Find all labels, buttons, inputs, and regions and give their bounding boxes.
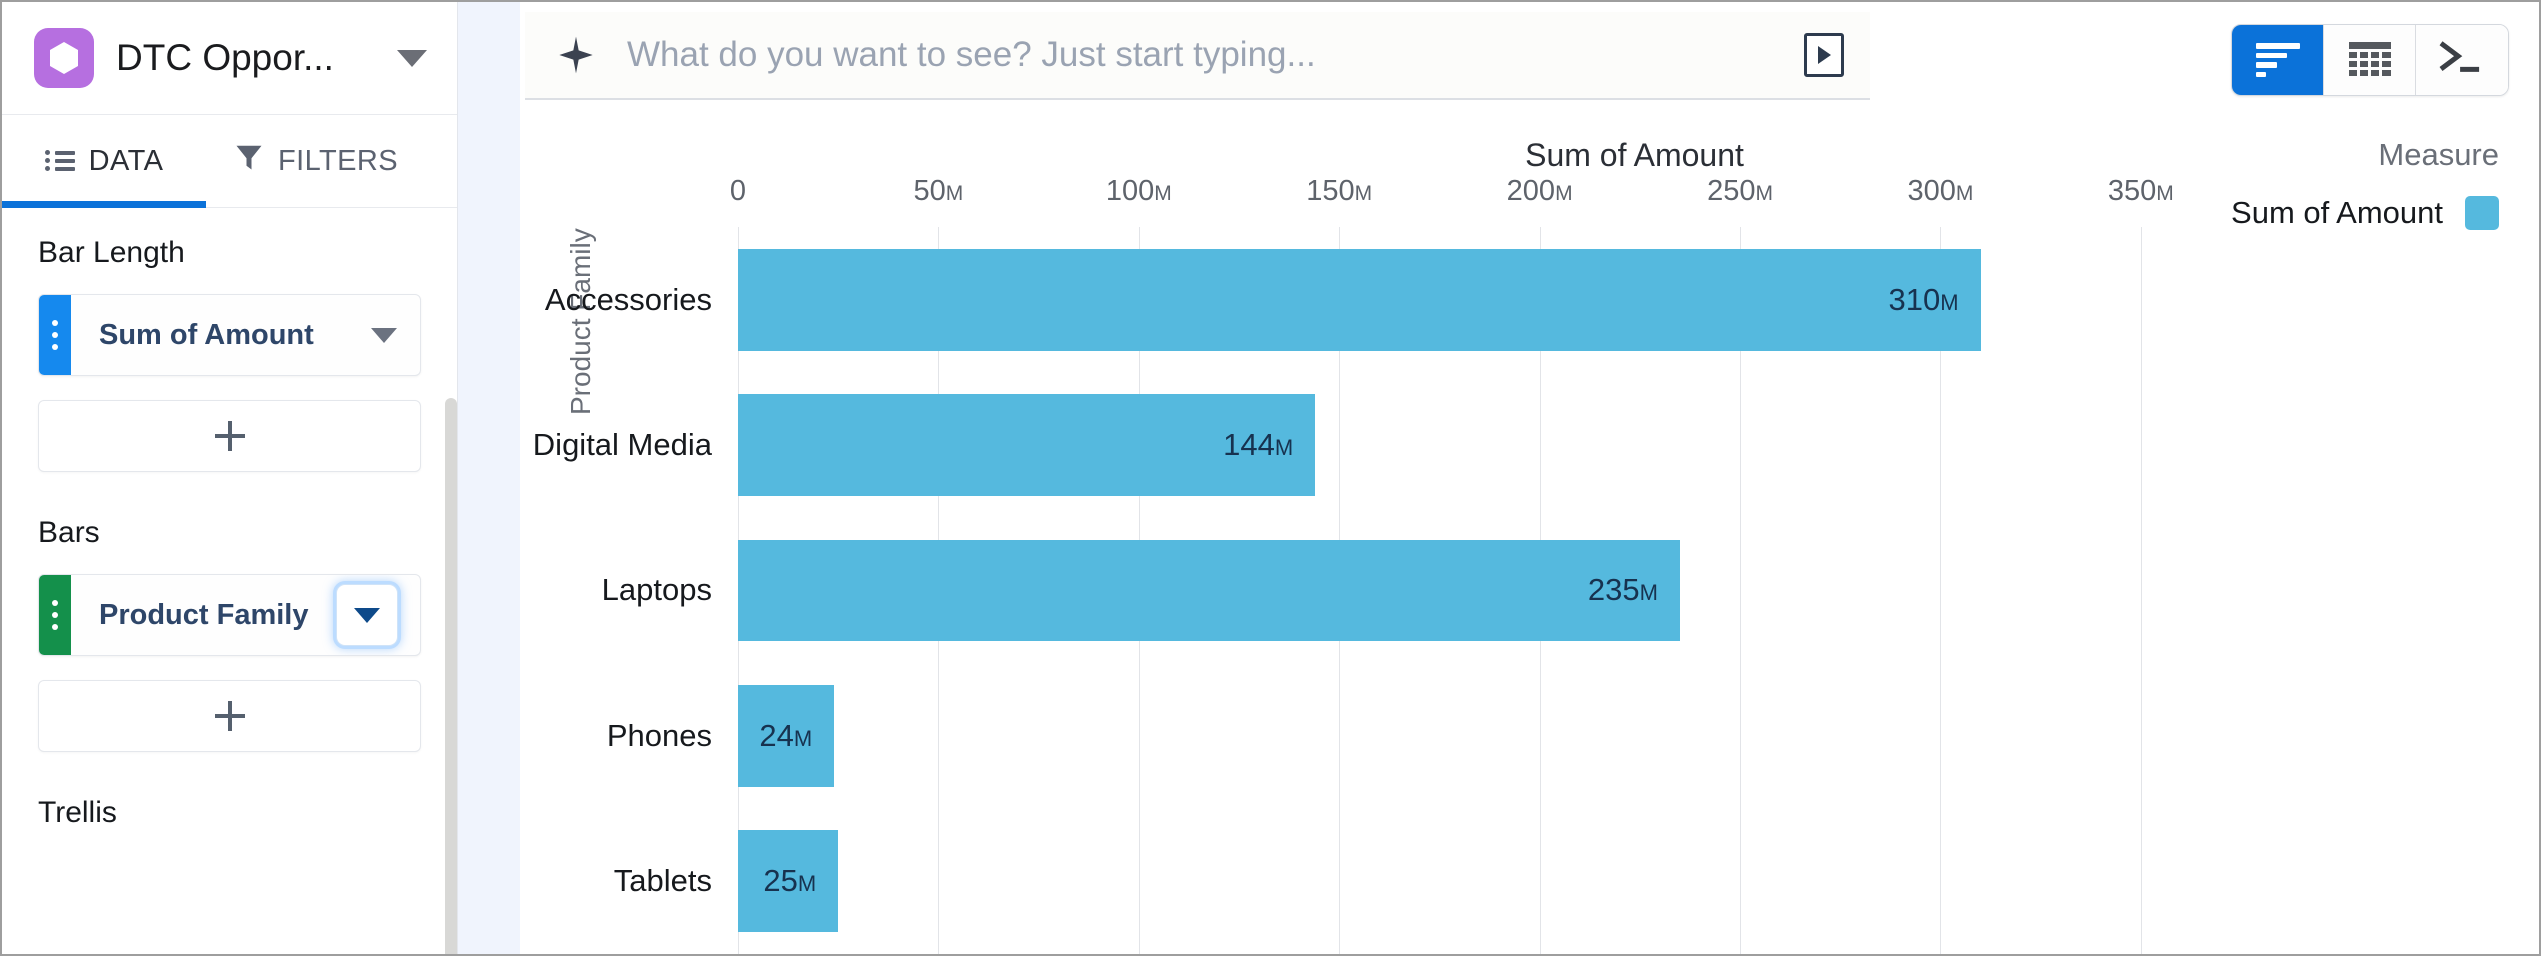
left-sidebar: DTC Oppor... DATA FILTERS Bar Length Sum…	[2, 2, 458, 954]
bar-category-label: Digital Media	[532, 427, 712, 463]
chevron-down-icon[interactable]	[397, 49, 427, 67]
tab-data-label: DATA	[88, 144, 164, 177]
add-bars-button[interactable]	[38, 680, 421, 752]
x-tick-label: 350M	[2107, 175, 2174, 207]
bar-row[interactable]: Tablets 25M	[614, 809, 2209, 954]
chevron-down-icon[interactable]	[336, 584, 398, 646]
section-bar-length-label: Bar Length	[38, 236, 185, 269]
bar[interactable]: 25M	[738, 830, 839, 933]
query-view-button[interactable]	[2416, 25, 2508, 95]
add-bar-length-button[interactable]	[38, 400, 421, 472]
analytics-lens-explorer: DTC Oppor... DATA FILTERS Bar Length Sum…	[0, 0, 2541, 956]
x-axis-ticks: 0 50M 100M 150M 200M 250M 300M 350M	[730, 175, 2209, 227]
terminal-icon	[2439, 39, 2485, 82]
bar-category-label: Accessories	[544, 281, 712, 317]
top-toolbar	[520, 2, 2539, 115]
sidebar-tabs: DATA FILTERS	[2, 115, 457, 208]
field-menu-button[interactable]	[324, 584, 410, 646]
sidebar-header: DTC Oppor...	[2, 2, 457, 115]
x-tick-label: 300M	[1907, 175, 1974, 207]
bar-value-label: 144M	[1223, 427, 1294, 463]
list-icon	[44, 149, 75, 173]
bar-value-label: 235M	[1587, 572, 1658, 608]
legend-color-swatch	[2465, 196, 2499, 230]
sidebar-body: Bar Length Sum of Amount Bars Product Fa…	[2, 208, 457, 954]
funnel-icon	[234, 142, 264, 180]
section-bars-label: Bars	[38, 516, 100, 549]
page-title: DTC Oppor...	[116, 37, 334, 78]
tab-filters-label: FILTERS	[278, 144, 398, 177]
legend-entry[interactable]: Sum of Amount	[2231, 195, 2499, 231]
plus-icon	[214, 701, 245, 731]
tab-filters[interactable]: FILTERS	[206, 115, 426, 207]
bar[interactable]: 24M	[738, 684, 835, 787]
table-grid-icon	[2348, 42, 2391, 78]
sidebar-scrollbar[interactable]	[445, 398, 457, 954]
bar[interactable]: 235M	[738, 539, 1680, 642]
bar[interactable]: 310M	[738, 248, 1981, 351]
bar-chart-icon	[2255, 43, 2300, 77]
legend-entry-label: Sum of Amount	[2231, 195, 2443, 230]
x-tick-label: 250M	[1707, 175, 1773, 207]
drag-handle-icon[interactable]	[39, 295, 71, 375]
view-switcher	[2231, 24, 2509, 96]
panel-gutter	[458, 2, 520, 954]
chart-view-button[interactable]	[2232, 25, 2324, 95]
main-content: Sum of Amount Measure Sum of Amount Prod…	[520, 2, 2539, 954]
bar-row[interactable]: Phones 24M	[607, 663, 2209, 808]
bar-category-label: Tablets	[613, 863, 712, 899]
bar-category-label: Phones	[606, 717, 712, 753]
field-pill-product-family[interactable]: Product Family	[38, 574, 421, 656]
hexagon-logo-icon	[34, 28, 94, 88]
chevron-down-icon[interactable]	[348, 327, 420, 343]
bar-value-label: 24M	[759, 717, 813, 753]
x-tick-label: 100M	[1105, 175, 1172, 207]
field-pill-label: Sum of Amount	[99, 318, 314, 351]
section-trellis-label: Trellis	[38, 796, 117, 829]
plot-area: 0 50M 100M 150M 200M 250M 300M 350M Accessories…	[533, 175, 2209, 954]
y-axis-title: Product Family	[565, 228, 596, 415]
bar-category-label: Laptops	[601, 572, 712, 608]
bar-value-label: 310M	[1888, 281, 1959, 317]
x-tick-label: 150M	[1306, 175, 1373, 207]
search-bar	[525, 12, 1870, 100]
x-tick-label: 200M	[1506, 175, 1573, 207]
sparkle-icon	[551, 35, 601, 75]
x-axis-title: Sum of Amount	[1525, 137, 1744, 173]
bar-row[interactable]: Laptops 235M	[602, 518, 2209, 663]
x-tick-label: 0	[729, 175, 747, 207]
bar-length-field-row: Sum of Amount	[2, 294, 457, 376]
x-tick-label: 50M	[913, 175, 964, 207]
bar-row[interactable]: Digital Media 144M	[533, 372, 2209, 517]
chart-canvas: Sum of Amount Measure Sum of Amount Prod…	[520, 115, 2539, 954]
plus-icon	[214, 421, 245, 451]
field-pill-sum-of-amount[interactable]: Sum of Amount	[38, 294, 421, 376]
run-play-icon[interactable]	[1804, 33, 1844, 77]
tab-data[interactable]: DATA	[2, 115, 206, 208]
bar-row[interactable]: Accessories 310M	[545, 227, 2209, 372]
plot-body: Accessories 310M Digital Media 144M Laptops 2…	[533, 227, 2209, 954]
drag-handle-icon[interactable]	[39, 575, 71, 655]
bar[interactable]: 144M	[738, 394, 1316, 496]
bars-field-row: Product Family	[2, 574, 457, 656]
bar-value-label: 25M	[763, 863, 817, 899]
search-input[interactable]	[601, 35, 1804, 75]
legend-header: Measure	[2378, 137, 2499, 172]
field-pill-label: Product Family	[99, 598, 309, 631]
bars-layer: Accessories 310M Digital Media 144M Laptops 2…	[533, 227, 2209, 954]
table-view-button[interactable]	[2324, 25, 2416, 95]
